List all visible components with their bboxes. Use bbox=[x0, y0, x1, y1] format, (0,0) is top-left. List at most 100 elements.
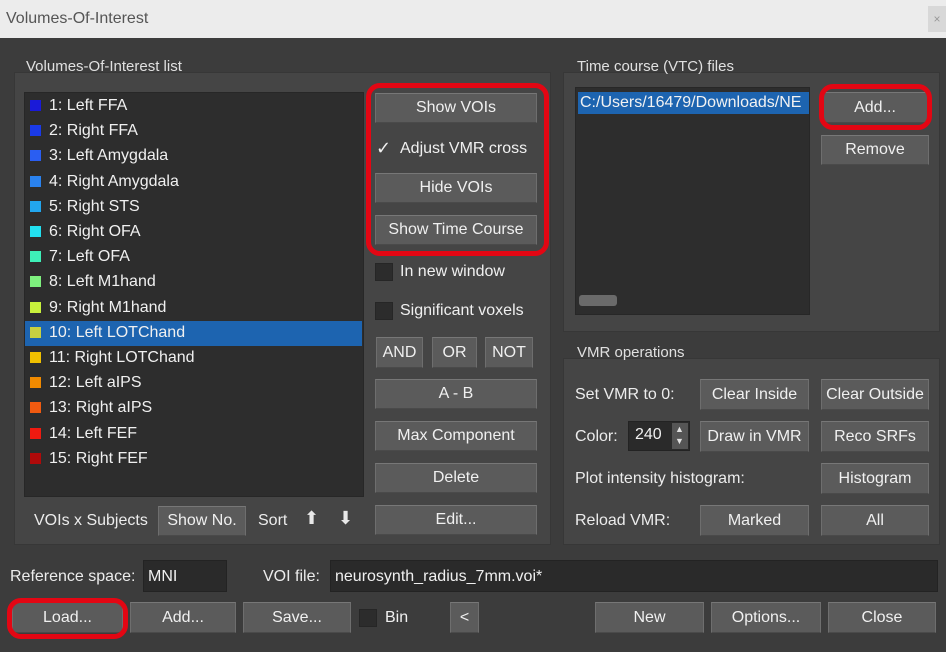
reco-srfs-button[interactable]: Reco SRFs bbox=[821, 421, 929, 452]
in-new-window-checkbox[interactable] bbox=[375, 263, 393, 281]
voi-item-label: 6: Right OFA bbox=[49, 223, 141, 240]
histogram-button[interactable]: Histogram bbox=[821, 463, 929, 494]
marked-button[interactable]: Marked bbox=[700, 505, 809, 536]
voi-color-swatch bbox=[30, 402, 41, 414]
adjust-vmr-check-icon[interactable]: ✓ bbox=[376, 138, 391, 159]
not-button[interactable]: NOT bbox=[485, 337, 533, 368]
save-button[interactable]: Save... bbox=[243, 602, 351, 633]
clear-inside-label: Clear Inside bbox=[711, 386, 798, 403]
voi-item-label: 11: Right LOTChand bbox=[49, 349, 195, 366]
vtc-add-label: Add... bbox=[854, 99, 896, 116]
voi-list-item[interactable]: 6: Right OFA bbox=[25, 220, 362, 245]
vtc-remove-label: Remove bbox=[845, 141, 905, 158]
voi-list-item[interactable]: 2: Right FFA bbox=[25, 119, 362, 144]
all-label: All bbox=[866, 512, 884, 529]
voi-list-item[interactable]: 12: Left aIPS bbox=[25, 371, 362, 396]
spin-up-icon[interactable]: ▲ bbox=[675, 425, 684, 434]
clear-outside-button[interactable]: Clear Outside bbox=[821, 379, 929, 410]
voi-list-item[interactable]: 3: Left Amygdala bbox=[25, 144, 362, 169]
title-bar: Volumes-Of-Interest × bbox=[0, 0, 946, 38]
options-button[interactable]: Options... bbox=[711, 602, 821, 633]
reference-space-label: Reference space: bbox=[10, 568, 136, 585]
prev-button[interactable]: < bbox=[450, 602, 479, 633]
new-button[interactable]: New bbox=[595, 602, 704, 633]
draw-in-vmr-button[interactable]: Draw in VMR bbox=[700, 421, 809, 452]
marked-label: Marked bbox=[727, 512, 782, 529]
bin-label: Bin bbox=[385, 609, 409, 626]
all-button[interactable]: All bbox=[821, 505, 929, 536]
voi-item-label: 15: Right FEF bbox=[49, 449, 148, 467]
voi-color-swatch bbox=[30, 276, 41, 288]
voi-list-item[interactable]: 5: Right STS bbox=[25, 195, 362, 220]
plot-histogram-label: Plot intensity histogram: bbox=[575, 470, 745, 487]
voi-list[interactable]: 1: Left FFA 2: Right FFA 3: Left Amygdala 4… bbox=[24, 92, 364, 497]
or-button[interactable]: OR bbox=[432, 337, 477, 368]
vtc-remove-button[interactable]: Remove bbox=[821, 135, 929, 165]
voi-item-label: 3: Left Amygdala bbox=[49, 147, 169, 165]
close-icon[interactable]: × bbox=[928, 6, 946, 32]
show-vois-button[interactable]: Show VOIs bbox=[375, 93, 537, 123]
voi-color-swatch bbox=[30, 251, 41, 263]
voi-list-item[interactable]: 9: Right M1hand bbox=[25, 296, 362, 321]
reference-space-value: MNI bbox=[148, 568, 178, 585]
significant-voxels-checkbox[interactable] bbox=[375, 302, 393, 320]
and-button[interactable]: AND bbox=[376, 337, 423, 368]
voi-file-label: VOI file: bbox=[263, 568, 320, 585]
vtc-add-button[interactable]: Add... bbox=[821, 92, 929, 123]
voi-list-item[interactable]: 8: Left M1hand bbox=[25, 270, 362, 295]
vois-x-subjects-label: VOIs x Subjects bbox=[34, 512, 148, 529]
vtc-label: Time course (VTC) files bbox=[577, 58, 734, 75]
a-minus-b-label: A - B bbox=[438, 385, 474, 402]
vmr-operations-label: VMR operations bbox=[577, 344, 685, 361]
hide-vois-label: Hide VOIs bbox=[419, 179, 493, 196]
voi-list-item[interactable]: 10: Left LOTChand bbox=[25, 320, 362, 346]
horizontal-scrollbar[interactable] bbox=[579, 295, 617, 306]
spin-down-icon[interactable]: ▼ bbox=[675, 437, 684, 446]
reco-srfs-label: Reco SRFs bbox=[834, 428, 916, 445]
voi-color-swatch bbox=[30, 301, 41, 313]
color-value: 240 bbox=[635, 426, 662, 443]
sort-down-icon[interactable]: ⬇ bbox=[338, 508, 353, 529]
a-minus-b-button[interactable]: A - B bbox=[375, 379, 537, 409]
voi-list-item[interactable]: 15: Right FEF bbox=[25, 447, 362, 472]
edit-button[interactable]: Edit... bbox=[375, 505, 537, 535]
max-component-label: Max Component bbox=[397, 427, 515, 444]
show-no-label: Show No. bbox=[167, 512, 237, 529]
reference-space-field[interactable]: MNI bbox=[143, 560, 227, 592]
vtc-file-list[interactable]: C:/Users/16479/Downloads/NE bbox=[575, 87, 810, 315]
voi-color-swatch bbox=[30, 125, 41, 137]
delete-button[interactable]: Delete bbox=[375, 463, 537, 493]
color-label: Color: bbox=[575, 428, 618, 445]
voi-list-item[interactable]: 4: Right Amygdala bbox=[25, 170, 362, 195]
sort-up-icon[interactable]: ⬆ bbox=[304, 508, 319, 529]
close-button[interactable]: Close bbox=[828, 602, 936, 633]
voi-color-swatch bbox=[30, 352, 41, 363]
voi-list-item[interactable]: 7: Left OFA bbox=[25, 245, 362, 270]
max-component-button[interactable]: Max Component bbox=[375, 421, 537, 451]
voi-item-label: 1: Left FFA bbox=[49, 97, 128, 114]
voi-list-item[interactable]: 11: Right LOTChand bbox=[25, 346, 362, 371]
voi-file-field[interactable]: neurosynth_radius_7mm.voi* bbox=[330, 560, 938, 592]
histogram-label: Histogram bbox=[838, 470, 912, 487]
sort-label: Sort bbox=[258, 512, 288, 529]
add-voi-button[interactable]: Add... bbox=[130, 602, 236, 633]
voi-list-item[interactable]: 1: Left FFA bbox=[25, 94, 362, 119]
draw-in-vmr-label: Draw in VMR bbox=[707, 428, 802, 445]
clear-inside-button[interactable]: Clear Inside bbox=[700, 379, 809, 410]
show-vois-label: Show VOIs bbox=[415, 99, 497, 116]
show-no-button[interactable]: Show No. bbox=[158, 506, 246, 536]
new-label: New bbox=[633, 609, 666, 626]
bin-checkbox[interactable] bbox=[359, 609, 377, 627]
voi-list-item[interactable]: 13: Right aIPS bbox=[25, 396, 362, 421]
voi-color-swatch bbox=[30, 175, 41, 187]
color-spinbox[interactable]: 240 ▲ ▼ bbox=[628, 421, 690, 451]
voi-item-label: 7: Left OFA bbox=[49, 248, 130, 266]
show-time-course-label: Show Time Course bbox=[388, 221, 524, 238]
spin-arrows[interactable]: ▲ ▼ bbox=[672, 423, 688, 449]
options-label: Options... bbox=[731, 609, 801, 626]
vtc-file-item[interactable]: C:/Users/16479/Downloads/NE bbox=[578, 92, 809, 114]
voi-list-item[interactable]: 14: Left FEF bbox=[25, 422, 362, 447]
show-time-course-button[interactable]: Show Time Course bbox=[375, 215, 537, 245]
hide-vois-button[interactable]: Hide VOIs bbox=[375, 173, 537, 203]
load-button[interactable]: Load... bbox=[12, 602, 123, 633]
